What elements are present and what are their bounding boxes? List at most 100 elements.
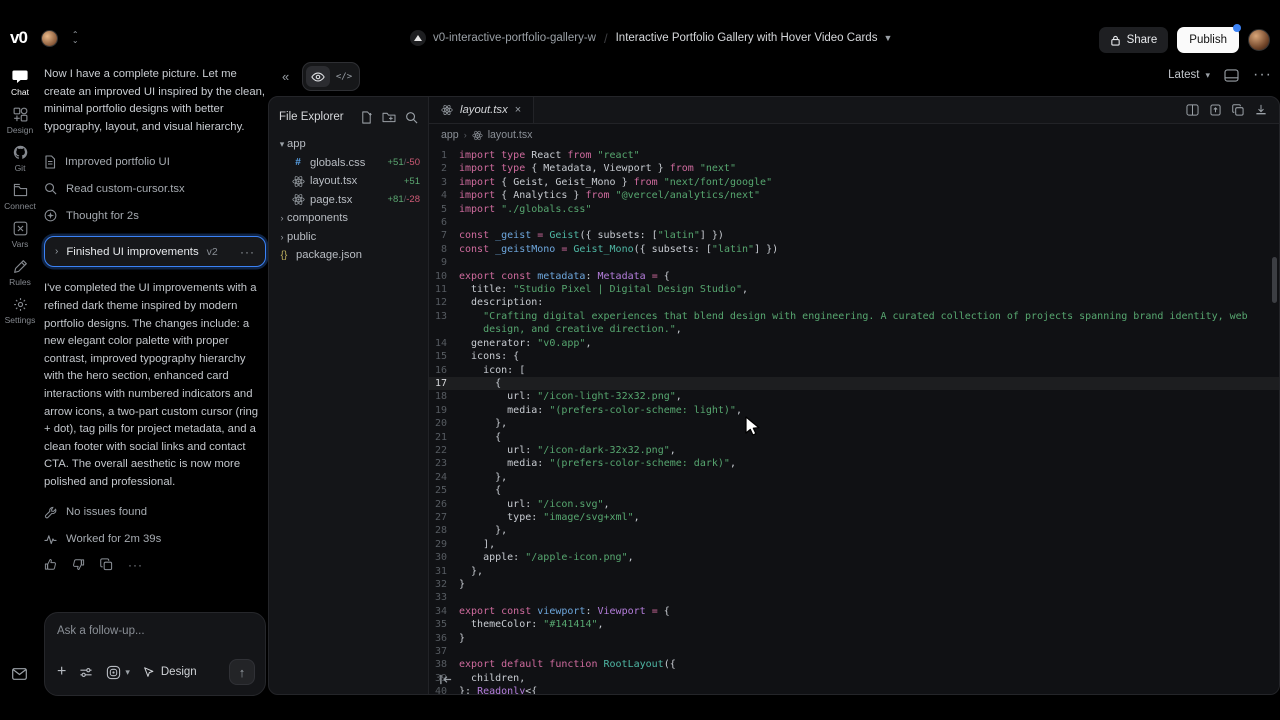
code-content[interactable]: 1import type React from "react"2import t…: [429, 146, 1279, 694]
version-dropdown[interactable]: Latest ▾: [1168, 69, 1210, 81]
rail-label: Connect: [4, 201, 36, 211]
rail-item-rules[interactable]: Rules: [0, 258, 40, 287]
thumbs-up-button[interactable]: [44, 558, 57, 571]
chevron-right-icon: ›: [464, 130, 467, 140]
chevron-down-icon: ▼: [883, 33, 892, 43]
tree-item-layout-tsx[interactable]: layout.tsx+51: [269, 172, 428, 191]
thumbs-down-button[interactable]: [72, 558, 85, 571]
project-switcher-icon[interactable]: ⌃⌄: [72, 32, 79, 44]
breadcrumb-project[interactable]: v0-interactive-portfolio-gallery-w: [410, 30, 596, 46]
copy-button[interactable]: [100, 558, 113, 571]
preview-code-toggle: </>: [302, 62, 360, 91]
breadcrumb: v0-interactive-portfolio-gallery-w / Int…: [410, 30, 892, 46]
rail-label: Git: [15, 163, 26, 173]
step-read-custom-cursor-tsx[interactable]: Read custom-cursor.tsx: [44, 175, 266, 202]
follow-up-input[interactable]: Ask a follow-up...: [57, 625, 253, 637]
chat-icon: [12, 68, 28, 84]
feedback-mail-icon[interactable]: [12, 668, 27, 680]
code-line-6: 6: [429, 216, 1279, 229]
code-line-35: 35 themeColor: "#141414",: [429, 618, 1279, 631]
chevron-down-icon: ▾: [1205, 70, 1210, 81]
cursor-arrow-icon: [143, 666, 155, 679]
attach-button[interactable]: +: [57, 663, 66, 681]
design-mode-button[interactable]: Design: [143, 666, 197, 679]
assistant-intro-text: Now I have a complete picture. Let me cr…: [44, 66, 266, 136]
chat-composer[interactable]: Ask a follow-up... + ▾ Design ↑: [44, 612, 266, 696]
settings-sliders-button[interactable]: [79, 666, 93, 679]
step-improved-portfolio-ui[interactable]: Improved portfolio UI: [44, 148, 266, 175]
rail-item-design[interactable]: Design: [0, 106, 40, 135]
more-actions-button[interactable]: ···: [128, 558, 143, 572]
rail-item-settings[interactable]: Settings: [0, 296, 40, 325]
code-line-27: 27 type: "image/svg+xml",: [429, 511, 1279, 524]
model-selector[interactable]: ▾: [106, 665, 130, 680]
task-card-menu-button[interactable]: ···: [240, 245, 255, 259]
code-line-32: 32}: [429, 578, 1279, 591]
collapse-panel-icon[interactable]: «: [282, 69, 289, 84]
share-button[interactable]: Share: [1099, 27, 1169, 53]
download-icon[interactable]: [1255, 104, 1267, 116]
new-file-icon[interactable]: [360, 111, 373, 124]
duration-status[interactable]: Worked for 2m 39s: [44, 533, 266, 546]
rail-item-git[interactable]: Git: [0, 144, 40, 173]
model-icon: [106, 665, 121, 680]
open-file-icon[interactable]: [1210, 104, 1221, 116]
issues-status[interactable]: No issues found: [44, 506, 266, 519]
code-line-4: 4import { Analytics } from "@vercel/anal…: [429, 189, 1279, 202]
code-view-button[interactable]: </>: [332, 66, 356, 87]
publish-button[interactable]: Publish: [1177, 27, 1239, 53]
vercel-triangle-icon: [410, 30, 426, 46]
editor-more-menu[interactable]: ···: [1253, 66, 1272, 84]
tree-item-components[interactable]: ›components: [269, 209, 428, 228]
top-bar: v0 ⌃⌄ v0-interactive-portfolio-gallery-w…: [0, 0, 1280, 60]
rail-item-connect[interactable]: Connect: [0, 182, 40, 211]
breadcrumb-chat-title[interactable]: Interactive Portfolio Gallery with Hover…: [616, 32, 893, 44]
css-file-icon: #: [291, 157, 305, 168]
breadcrumb-folder[interactable]: app: [441, 129, 459, 141]
chevron-right-icon: ›: [277, 213, 287, 223]
code-line-10: 10export const metadata: Metadata = {: [429, 270, 1279, 283]
design-icon: [12, 106, 28, 122]
code-line-8: 8const _geistMono = Geist_Mono({ subsets…: [429, 243, 1279, 256]
connect-icon: [12, 182, 28, 198]
finished-task-card[interactable]: › Finished UI improvements v2 ···: [44, 236, 266, 267]
code-line-11: 11 title: "Studio Pixel | Digital Design…: [429, 283, 1279, 296]
tab-layout-tsx[interactable]: layout.tsx ×: [429, 97, 534, 123]
tree-item-page-tsx[interactable]: page.tsx+81/-28: [269, 191, 428, 210]
rail-item-chat[interactable]: Chat: [0, 68, 40, 97]
tree-item-globals-css[interactable]: #globals.css+51/-50: [269, 154, 428, 173]
step-thought-for-2s[interactable]: Thought for 2s: [44, 202, 266, 229]
tree-item-app[interactable]: ▾app: [269, 135, 428, 154]
user-avatar[interactable]: [1248, 29, 1270, 51]
git-icon: [12, 144, 28, 160]
rail-item-vars[interactable]: Vars: [0, 220, 40, 249]
split-editor-icon[interactable]: [1186, 104, 1199, 116]
collapse-explorer-icon[interactable]: [439, 673, 453, 686]
code-line-29: 29 ],: [429, 538, 1279, 551]
notification-dot: [1233, 24, 1241, 32]
copy-file-icon[interactable]: [1232, 104, 1244, 116]
scrollbar-thumb[interactable]: [1272, 257, 1277, 303]
code-line-31: 31 },: [429, 565, 1279, 578]
code-line-1: 1import type React from "react": [429, 149, 1279, 162]
preview-eye-button[interactable]: [306, 66, 330, 87]
new-folder-icon[interactable]: [382, 111, 396, 124]
layout-panel-icon[interactable]: [1224, 69, 1239, 82]
avatar[interactable]: [41, 30, 58, 47]
assistant-summary-text: I've completed the UI improvements with …: [44, 280, 266, 491]
code-line-20: 20 },: [429, 417, 1279, 430]
code-line-3: 3import { Geist, Geist_Mono } from "next…: [429, 176, 1279, 189]
code-line-39: 39 children,: [429, 672, 1279, 685]
code-line-33: 33: [429, 591, 1279, 604]
send-button[interactable]: ↑: [229, 659, 255, 685]
tree-item-package-json[interactable]: {}package.json: [269, 246, 428, 265]
chat-panel: Now I have a complete picture. Let me cr…: [44, 66, 266, 696]
code-line-wrap: design, and creative direction.",: [429, 323, 1279, 336]
version-badge: v2: [207, 246, 218, 258]
tree-item-public[interactable]: ›public: [269, 228, 428, 247]
breadcrumb-divider: /: [604, 31, 608, 46]
code-line-21: 21 {: [429, 431, 1279, 444]
breadcrumb-file[interactable]: layout.tsx: [488, 129, 533, 141]
search-icon[interactable]: [405, 111, 418, 124]
close-tab-icon[interactable]: ×: [515, 104, 521, 116]
